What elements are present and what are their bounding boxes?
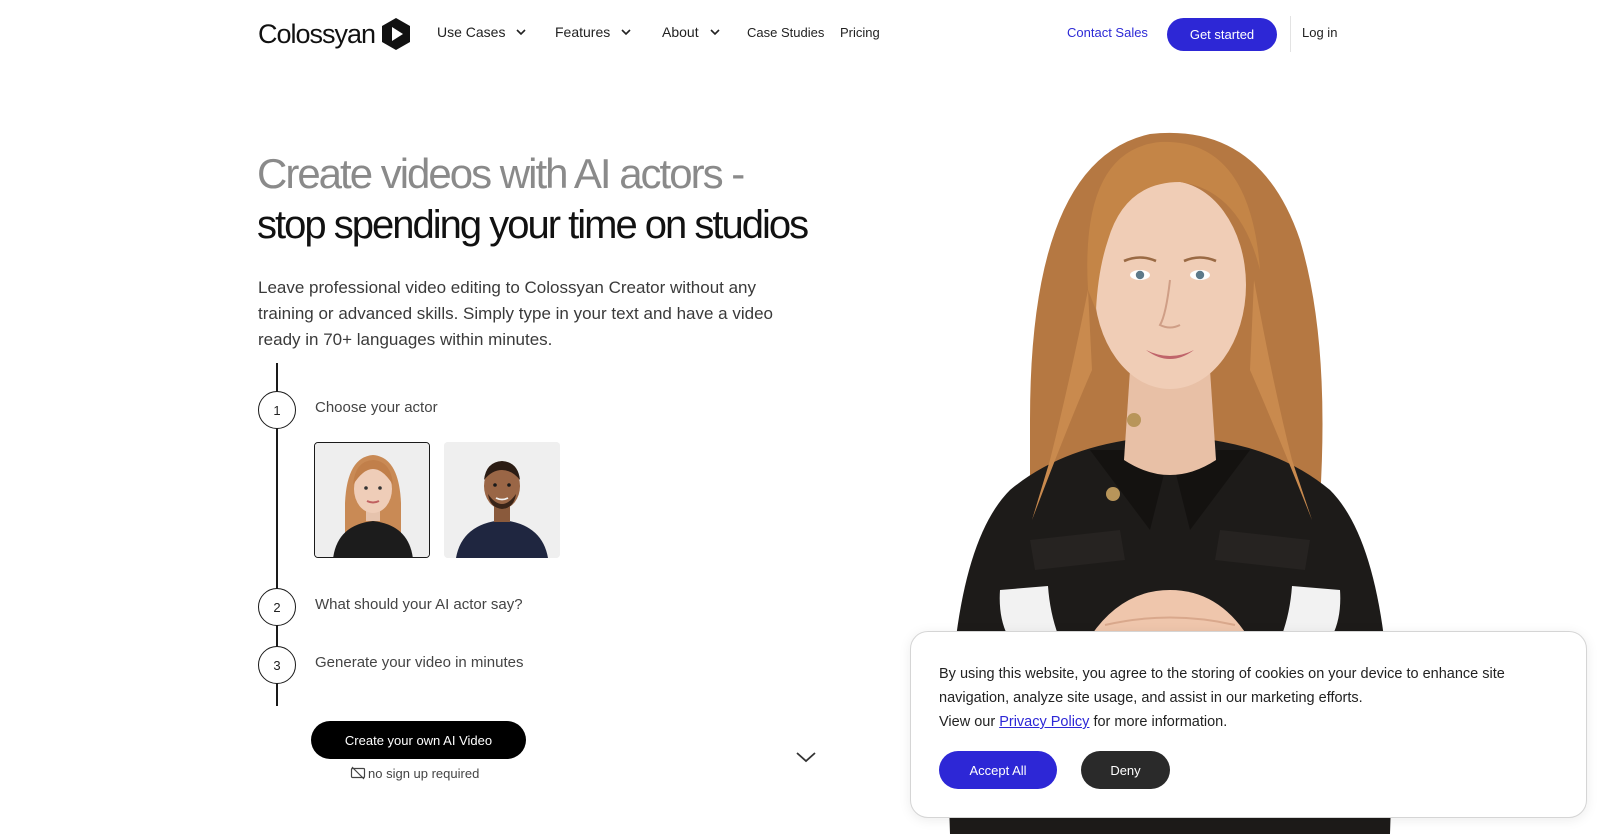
nav-use-cases-label: Use Cases [437,24,506,40]
actor-man-portrait [444,442,560,558]
step-1-label: Choose your actor [315,399,438,416]
hero-headline-line-2: stop spending your time on studios [257,203,809,247]
nav-features-label: Features [555,24,611,40]
step-1-number: 1 [258,391,296,429]
logo[interactable]: Colossyan [258,18,411,50]
contact-sales-link[interactable]: Contact Sales [1067,25,1148,40]
actor-woman-portrait [315,443,429,557]
nav-use-cases[interactable]: Use Cases [437,24,527,40]
nav-about[interactable]: About [662,24,721,40]
cookie-text-block: By using this website, you agree to the … [939,662,1559,734]
cookie-view-suffix: for more information. [1093,714,1228,730]
login-link[interactable]: Log in [1302,25,1337,40]
step-3-number: 3 [258,646,296,684]
actor-card-man[interactable] [444,442,560,558]
create-ai-video-button[interactable]: Create your own AI Video [311,721,526,759]
nav-case-studies[interactable]: Case Studies [747,25,824,40]
nav-about-label: About [662,24,699,40]
scroll-down-chevron-icon[interactable] [795,750,817,764]
chevron-down-icon [516,29,527,36]
logo-text: Colossyan [258,18,376,49]
step-3-label: Generate your video in minutes [315,654,524,671]
top-nav: Colossyan Use Cases Features About Case … [0,0,1600,66]
nav-pricing[interactable]: Pricing [840,25,880,40]
chevron-down-icon [710,29,720,36]
step-2-number: 2 [258,588,296,626]
get-started-button[interactable]: Get started [1167,18,1277,51]
chevron-down-icon [621,29,631,36]
deny-button[interactable]: Deny [1081,751,1170,789]
no-signup-text: no sign up required [368,765,480,781]
accept-all-button[interactable]: Accept All [939,751,1057,789]
no-card-icon [350,766,366,780]
hero-lead-paragraph: Leave professional video editing to Colo… [258,278,773,349]
cookie-banner: By using this website, you agree to the … [910,631,1587,818]
nav-features[interactable]: Features [555,24,632,40]
cookie-view-prefix: View our [939,714,996,730]
hero-headline-line-1: Create videos with AI actors - [257,150,745,197]
cookie-message: By using this website, you agree to the … [939,666,1505,706]
no-signup-note: no sign up required [350,765,479,781]
logo-mark-icon [382,18,411,50]
nav-divider [1290,16,1291,52]
step-2-label: What should your AI actor say? [315,596,523,613]
actor-card-woman[interactable] [314,442,430,558]
privacy-policy-link[interactable]: Privacy Policy [999,714,1089,730]
